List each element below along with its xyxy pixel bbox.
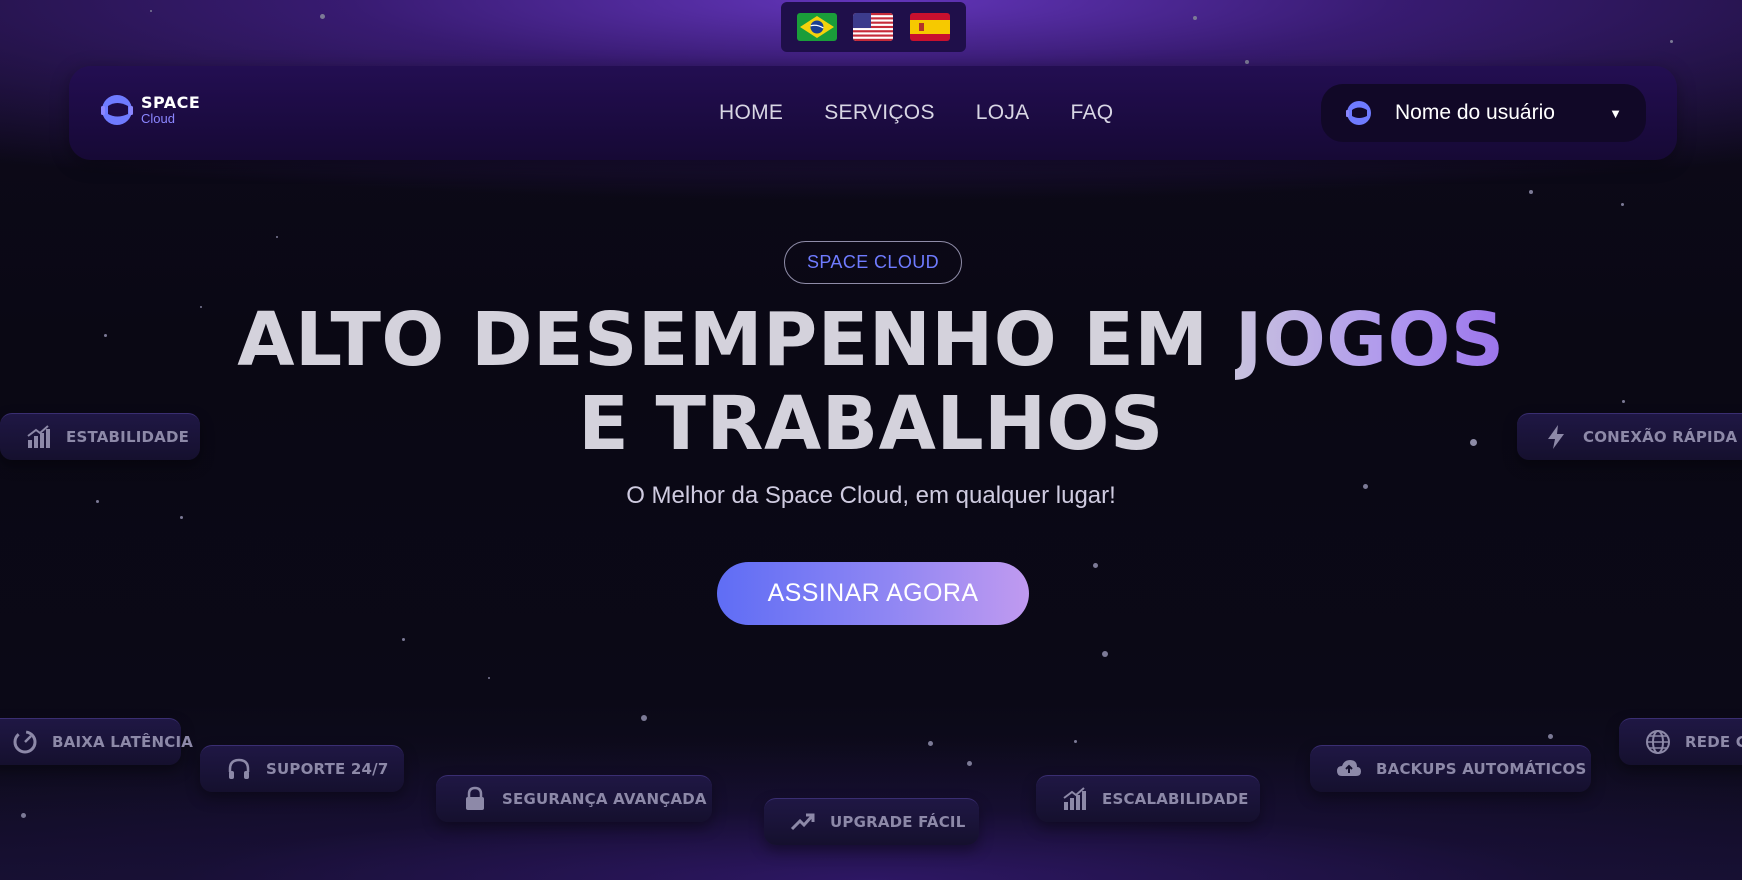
feature-label: BACKUPS AUTOMÁTICOS — [1376, 760, 1587, 778]
feature-label: CONEXÃO RÁPIDA — [1583, 428, 1738, 446]
feature-label: REDE G — [1685, 733, 1742, 751]
feature-chip-rede: REDE G — [1619, 718, 1742, 765]
feature-label: ESTABILIDADE — [66, 428, 190, 446]
nav-link-loja[interactable]: LOJA — [976, 101, 1030, 125]
feature-chip-suporte: SUPORTE 24/7 — [200, 745, 404, 792]
feature-label: SEGURANÇA AVANÇADA — [502, 790, 707, 808]
logo-subtitle: Cloud — [141, 111, 175, 126]
globe-icon — [1646, 730, 1670, 754]
nav-links: HOME SERVIÇOS LOJA FAQ — [719, 66, 1154, 160]
user-name: Nome do usuário — [1395, 101, 1555, 124]
nav-link-home[interactable]: HOME — [719, 101, 783, 125]
feature-label: ESCALABILIDADE — [1102, 790, 1249, 808]
bar-chart-icon — [1063, 787, 1086, 810]
bar-chart-icon — [27, 425, 50, 448]
navbar: SPACE Cloud HOME SERVIÇOS LOJA FAQ Nome … — [69, 66, 1677, 160]
user-menu[interactable]: Nome do usuário ▼ — [1321, 84, 1646, 142]
logo[interactable]: SPACE Cloud — [99, 92, 200, 128]
chevron-down-icon: ▼ — [1609, 105, 1622, 121]
feature-chip-conexao-rapida: CONEXÃO RÁPIDA — [1517, 413, 1742, 460]
headphones-icon — [228, 758, 250, 779]
astronaut-helmet-icon — [101, 95, 133, 125]
nav-link-servicos[interactable]: SERVIÇOS — [824, 101, 935, 125]
spain-flag-icon[interactable] — [909, 13, 950, 41]
logo-title: SPACE — [141, 93, 201, 112]
nav-link-faq[interactable]: FAQ — [1071, 101, 1114, 125]
user-avatar-icon — [1346, 101, 1371, 125]
feature-chip-upgrade: UPGRADE FÁCIL — [764, 798, 979, 845]
headline-plain: ALTO DESEMPENHO EM — [237, 297, 1235, 383]
hero-badge: SPACE CLOUD — [784, 241, 962, 284]
feature-chip-estabilidade: ESTABILIDADE — [0, 413, 200, 460]
brazil-flag-icon[interactable] — [797, 13, 838, 41]
trending-up-icon — [790, 813, 815, 831]
hero-headline: ALTO DESEMPENHO EM JOGOS E TRABALHOS — [0, 298, 1742, 466]
usa-flag-icon[interactable] — [853, 13, 894, 41]
language-selector — [781, 2, 966, 52]
feature-chip-baixa-latencia: BAIXA LATÊNCIA — [0, 718, 193, 765]
lightning-icon — [1548, 425, 1564, 449]
headline-line2: E TRABALHOS — [578, 381, 1164, 467]
subscribe-button[interactable]: ASSINAR AGORA — [717, 562, 1029, 625]
feature-chip-seguranca: SEGURANÇA AVANÇADA — [436, 775, 712, 822]
feature-label: UPGRADE FÁCIL — [830, 813, 966, 831]
gauge-icon — [13, 730, 37, 754]
feature-label: BAIXA LATÊNCIA — [52, 733, 194, 751]
headline-accent: JOGOS — [1234, 297, 1505, 383]
cloud-upload-icon — [1337, 760, 1361, 776]
feature-chip-backups: BACKUPS AUTOMÁTICOS — [1310, 745, 1591, 792]
feature-label: SUPORTE 24/7 — [266, 760, 389, 778]
lock-icon — [466, 786, 484, 810]
feature-chip-escalabilidade: ESCALABILIDADE — [1036, 775, 1260, 822]
hero-subtitle: O Melhor da Space Cloud, em qualquer lug… — [626, 482, 1116, 509]
